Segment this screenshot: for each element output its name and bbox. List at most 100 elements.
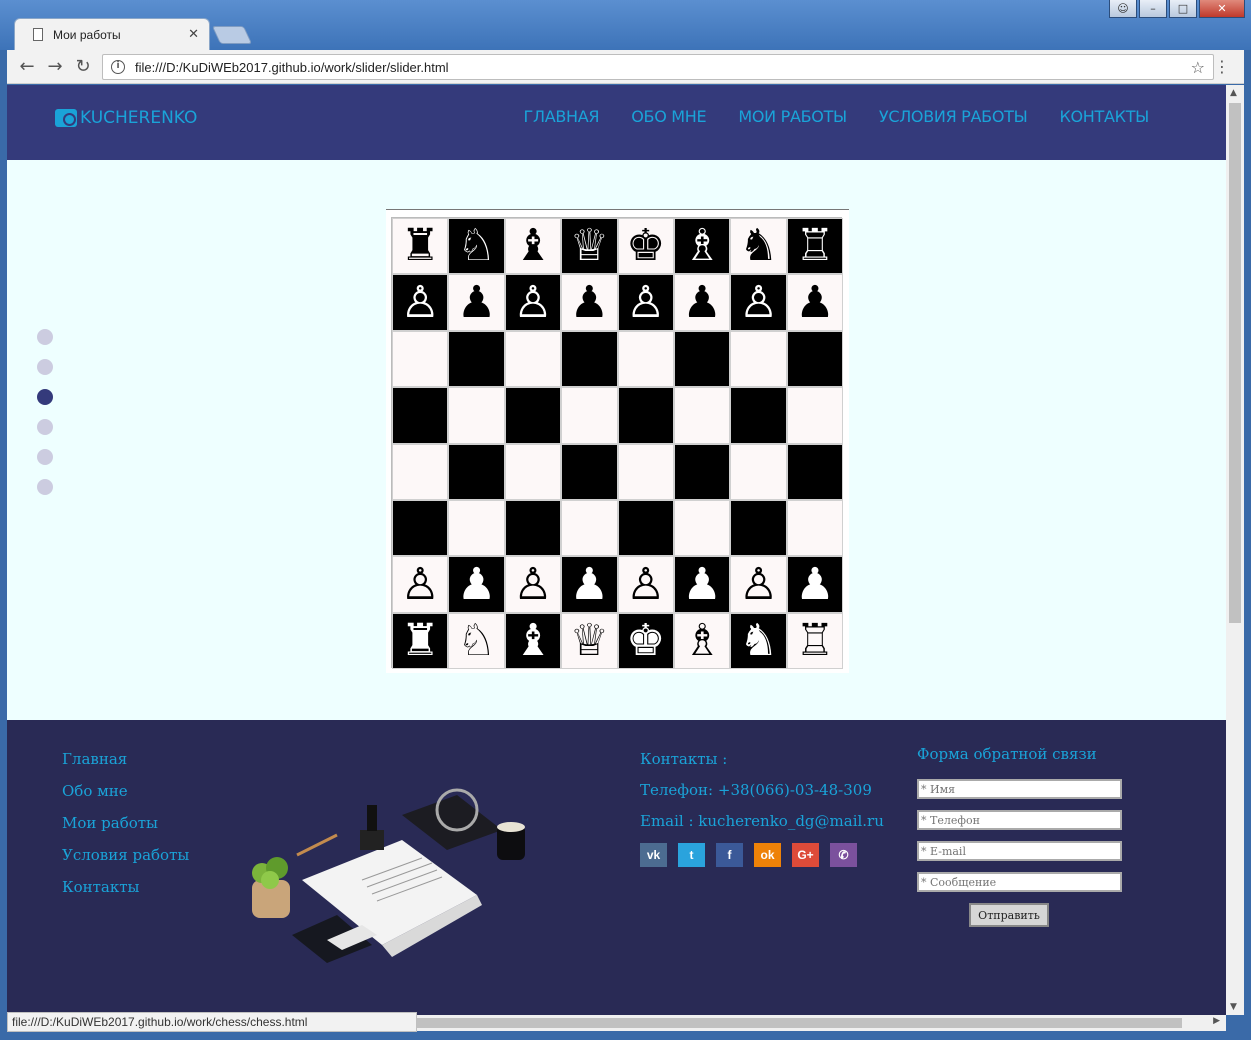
chess-square[interactable]	[392, 443, 449, 500]
nav-item-terms[interactable]: УСЛОВИЯ РАБОТЫ	[879, 107, 1028, 126]
chess-square[interactable]: ♝	[504, 218, 562, 275]
chess-square[interactable]	[617, 330, 674, 388]
twitter-icon[interactable]: t	[678, 843, 705, 867]
chess-square[interactable]: ♙	[504, 556, 562, 613]
chess-square[interactable]: ♖	[786, 612, 844, 670]
slider-dot[interactable]	[37, 479, 53, 495]
chess-square[interactable]: ♟	[673, 274, 731, 331]
chess-square[interactable]: ♜	[392, 218, 449, 275]
chess-square[interactable]: ♚	[617, 218, 674, 275]
chess-square[interactable]	[392, 499, 449, 557]
chess-square[interactable]	[561, 443, 618, 500]
odnoklassniki-icon[interactable]: ok	[754, 843, 781, 867]
chess-square[interactable]: ♕	[561, 612, 618, 670]
chess-square[interactable]	[448, 330, 505, 388]
footer-link-terms[interactable]: Условия работы	[62, 846, 189, 864]
chess-square[interactable]: ♟	[673, 556, 731, 613]
footer-link-works[interactable]: Мои работы	[62, 814, 189, 832]
chess-square[interactable]	[617, 443, 674, 500]
chess-square[interactable]	[786, 499, 844, 557]
browser-menu-icon[interactable]: ⋮	[1214, 57, 1230, 76]
chess-square[interactable]	[504, 387, 562, 444]
viber-icon[interactable]: ✆	[830, 843, 857, 867]
info-icon[interactable]: i	[111, 60, 125, 74]
chess-square[interactable]: ♜	[392, 612, 449, 670]
slider-dot[interactable]	[37, 389, 53, 405]
chess-square[interactable]: ♘	[448, 612, 505, 670]
chess-square[interactable]: ♟	[786, 556, 844, 613]
scroll-down-arrow-icon[interactable]: ▼	[1230, 1002, 1237, 1012]
chess-square[interactable]: ♝	[504, 612, 562, 670]
slider-dot[interactable]	[37, 449, 53, 465]
tab-close-icon[interactable]: ✕	[188, 27, 199, 42]
chess-square[interactable]: ♙	[617, 556, 674, 613]
nav-item-works[interactable]: МОИ РАБОТЫ	[738, 107, 847, 126]
nav-item-contacts[interactable]: КОНТАКТЫ	[1059, 107, 1149, 126]
chess-square[interactable]	[673, 499, 731, 557]
chess-square[interactable]	[392, 330, 449, 388]
name-field[interactable]	[917, 779, 1122, 799]
google-plus-icon[interactable]: G+	[792, 843, 819, 867]
footer-link-about[interactable]: Обо мне	[62, 782, 189, 800]
phone-field[interactable]	[917, 810, 1122, 830]
slider-dot[interactable]	[37, 419, 53, 435]
chess-square[interactable]: ♟	[786, 274, 844, 331]
chess-square[interactable]: ♕	[561, 218, 618, 275]
nav-item-home[interactable]: ГЛАВНАЯ	[524, 107, 600, 126]
chess-square[interactable]	[786, 443, 844, 500]
scroll-right-arrow-icon[interactable]: ▶	[1213, 1016, 1220, 1026]
chess-square[interactable]: ♘	[448, 218, 505, 275]
back-icon[interactable]: ←	[13, 56, 41, 77]
vk-icon[interactable]: vk	[640, 843, 667, 867]
chess-square[interactable]: ♟	[561, 274, 618, 331]
chess-square[interactable]: ♙	[730, 274, 787, 331]
chess-square[interactable]: ♟	[448, 274, 505, 331]
maximize-button[interactable]: □	[1169, 0, 1197, 18]
chess-square[interactable]: ♖	[786, 218, 844, 275]
chess-square[interactable]	[673, 387, 731, 444]
vertical-scrollbar[interactable]: ▲ ▼	[1226, 85, 1244, 1015]
scroll-thumb[interactable]	[1229, 103, 1241, 623]
chess-square[interactable]	[730, 499, 787, 557]
reload-icon[interactable]: ↻	[69, 56, 97, 77]
chess-square[interactable]	[561, 330, 618, 388]
chess-square[interactable]	[730, 443, 787, 500]
chess-square[interactable]: ♙	[504, 274, 562, 331]
chess-square[interactable]	[448, 387, 505, 444]
chess-square[interactable]	[673, 443, 731, 500]
chess-square[interactable]: ♙	[392, 556, 449, 613]
slide-chess[interactable]: ♜ ♘ ♝ ♕ ♚ ♗ ♞ ♖ ♙ ♟ ♙ ♟ ♙ ♟ ♙ ♟ ♙ ♟ ♙ ♟ ♙ ♟ ♙ ♟ ♜ ♘ ♝ ♕ ♚ ♗ ♞ ♖	[386, 209, 849, 673]
chess-square[interactable]	[504, 330, 562, 388]
chess-square[interactable]: ♟	[561, 556, 618, 613]
scroll-up-arrow-icon[interactable]: ▲	[1230, 88, 1237, 98]
chess-square[interactable]	[561, 499, 618, 557]
email-field[interactable]	[917, 841, 1122, 861]
horizontal-scrollbar[interactable]: ▶	[417, 1015, 1226, 1031]
chess-square[interactable]: ♚	[617, 612, 674, 670]
chess-square[interactable]	[730, 387, 787, 444]
chess-square[interactable]: ♞	[730, 218, 787, 275]
site-logo[interactable]: KUCHERENKO	[55, 108, 197, 128]
chess-square[interactable]: ♗	[673, 612, 731, 670]
slider-dot[interactable]	[37, 359, 53, 375]
chess-square[interactable]: ♟	[448, 556, 505, 613]
chess-square[interactable]	[786, 387, 844, 444]
chess-board[interactable]: ♜ ♘ ♝ ♕ ♚ ♗ ♞ ♖ ♙ ♟ ♙ ♟ ♙ ♟ ♙ ♟ ♙ ♟ ♙ ♟ ♙ ♟ ♙ ♟ ♜ ♘ ♝ ♕ ♚ ♗ ♞ ♖	[391, 217, 844, 670]
new-tab-button[interactable]	[211, 26, 253, 44]
chess-square[interactable]: ♙	[392, 274, 449, 331]
browser-tab[interactable]: Мои работы ✕	[14, 18, 210, 50]
footer-link-home[interactable]: Главная	[62, 750, 189, 768]
chess-square[interactable]: ♗	[673, 218, 731, 275]
chess-square[interactable]	[561, 387, 618, 444]
chess-square[interactable]	[448, 443, 505, 500]
bookmark-star-icon[interactable]: ☆	[1191, 58, 1205, 77]
chess-square[interactable]: ♙	[617, 274, 674, 331]
forward-icon[interactable]: →	[41, 56, 69, 77]
address-bar[interactable]: i file:///D:/KuDiWEb2017.github.io/work/…	[102, 54, 1214, 80]
message-field[interactable]	[917, 872, 1122, 892]
chess-square[interactable]	[673, 330, 731, 388]
chess-square[interactable]	[617, 499, 674, 557]
hscroll-thumb[interactable]	[417, 1018, 1182, 1028]
chess-square[interactable]: ♞	[730, 612, 787, 670]
chess-square[interactable]	[617, 387, 674, 444]
